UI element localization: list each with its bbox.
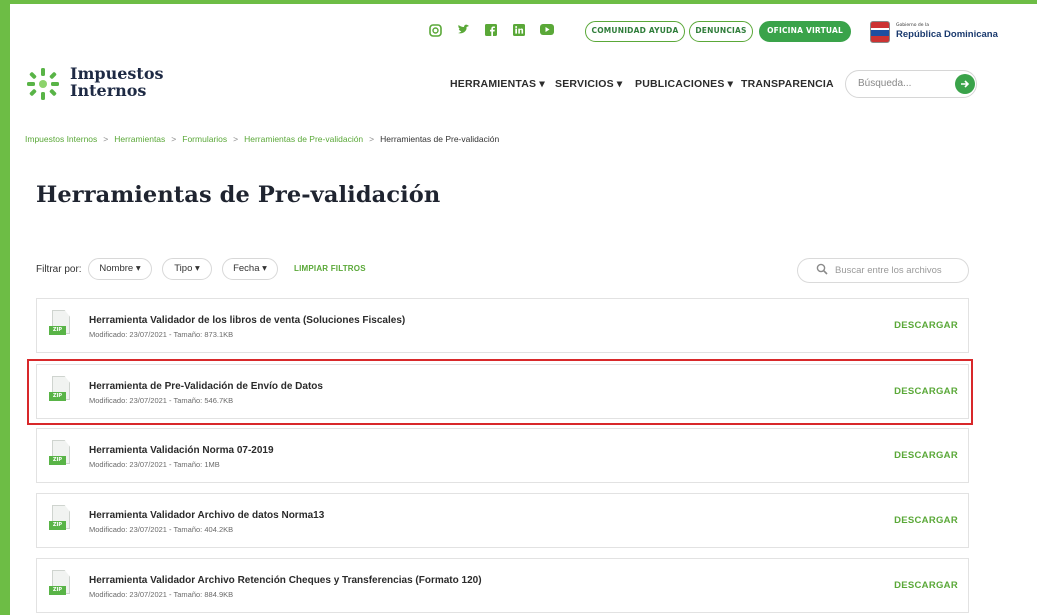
file-row: ZIP Herramienta Validador de los libros … xyxy=(36,298,969,353)
file-meta: Modificado: 23/07/2021 - Tamaño: 884.9KB xyxy=(89,590,234,599)
breadcrumb-link[interactable]: Impuestos Internos xyxy=(25,134,97,144)
chevron-down-icon: ▾ xyxy=(727,78,734,90)
logo-wordmark[interactable]: Impuestos Internos xyxy=(70,65,164,99)
nav-servicios[interactable]: SERVICIOS ▾ xyxy=(555,78,622,90)
linkedin-icon[interactable] xyxy=(512,24,526,37)
coat-of-arms-icon xyxy=(870,21,890,43)
oficina-virtual-button[interactable]: OFICINA VIRTUAL xyxy=(759,21,851,42)
search-input[interactable]: Búsqueda... xyxy=(858,78,911,89)
file-meta: Modificado: 23/07/2021 - Tamaño: 873.1KB xyxy=(89,330,234,339)
download-button[interactable]: DESCARGAR xyxy=(894,515,958,526)
nav-publicaciones[interactable]: PUBLICACIONES ▾ xyxy=(635,78,733,90)
search-icon xyxy=(816,263,828,278)
page-title: Herramientas de Pre-validación xyxy=(36,182,441,208)
zip-file-icon: ZIP xyxy=(49,440,71,468)
filter-tipo-dropdown[interactable]: Tipo ▾ xyxy=(162,258,212,280)
breadcrumb-separator: > xyxy=(103,134,109,144)
breadcrumb-link[interactable]: Herramientas de Pre-validación xyxy=(244,134,363,144)
nav-herramientas[interactable]: HERRAMIENTAS ▾ xyxy=(450,78,545,90)
filter-fecha-dropdown[interactable]: Fecha ▾ xyxy=(222,258,278,280)
gov-name: República Dominicana xyxy=(896,29,998,40)
breadcrumb-link[interactable]: Herramientas xyxy=(114,134,165,144)
filter-label: Filtrar por: xyxy=(36,264,82,275)
file-meta: Modificado: 23/07/2021 - Tamaño: 546.7KB xyxy=(89,396,234,405)
download-button[interactable]: DESCARGAR xyxy=(894,580,958,591)
breadcrumb: Impuestos Internos > Herramientas > Formular… xyxy=(25,134,499,144)
filter-nombre-dropdown[interactable]: Nombre ▾ xyxy=(88,258,152,280)
comunidad-ayuda-button[interactable]: COMUNIDAD AYUDA xyxy=(585,21,685,42)
logo-line-1: Impuestos xyxy=(70,64,164,83)
nav-herramientas-label: HERRAMIENTAS xyxy=(450,78,537,90)
nav-transparencia-label: TRANSPARENCIA xyxy=(741,78,834,90)
chevron-down-icon: ▾ xyxy=(195,263,200,274)
zip-file-icon: ZIP xyxy=(49,505,71,533)
file-meta: Modificado: 23/07/2021 - Tamaño: 1MB xyxy=(89,460,220,469)
download-button[interactable]: DESCARGAR xyxy=(894,386,958,397)
breadcrumb-current: Herramientas de Pre-validación xyxy=(380,134,500,144)
clear-filters-button[interactable]: LIMPIAR FILTROS xyxy=(294,264,366,273)
logo-line-2: Internos xyxy=(70,81,147,100)
nav-publicaciones-label: PUBLICACIONES xyxy=(635,78,725,90)
filter-nombre-label: Nombre xyxy=(99,263,134,274)
zip-file-icon: ZIP xyxy=(49,310,71,338)
zip-file-icon: ZIP xyxy=(49,570,71,598)
chevron-down-icon: ▾ xyxy=(262,263,267,274)
nav-servicios-label: SERVICIOS xyxy=(555,78,614,90)
file-meta: Modificado: 23/07/2021 - Tamaño: 404.2KB xyxy=(89,525,234,534)
site-search[interactable]: Búsqueda... xyxy=(845,70,977,98)
twitter-icon[interactable] xyxy=(456,24,470,37)
file-search[interactable]: Buscar entre los archivos xyxy=(797,258,969,283)
gov-caption: Gobierno de la xyxy=(896,23,929,28)
instagram-icon[interactable] xyxy=(428,24,442,37)
nav-transparencia[interactable]: TRANSPARENCIA xyxy=(741,78,834,90)
breadcrumb-link[interactable]: Formularios xyxy=(182,134,227,144)
file-name[interactable]: Herramienta de Pre-Validación de Envío d… xyxy=(89,381,323,392)
youtube-icon[interactable] xyxy=(540,24,554,37)
chevron-down-icon: ▾ xyxy=(616,78,623,90)
zip-file-icon: ZIP xyxy=(49,376,71,404)
filter-tipo-label: Tipo xyxy=(174,263,193,274)
file-row: ZIP Herramienta Validación Norma 07-2019… xyxy=(36,428,969,483)
chevron-down-icon: ▾ xyxy=(135,263,141,274)
file-name[interactable]: Herramienta Validación Norma 07-2019 xyxy=(89,445,274,456)
file-search-input[interactable]: Buscar entre los archivos xyxy=(835,265,942,276)
logo-icon[interactable] xyxy=(25,66,61,102)
breadcrumb-separator: > xyxy=(369,134,375,144)
chevron-down-icon: ▾ xyxy=(539,78,545,90)
file-row: ZIP Herramienta de Pre-Validación de Env… xyxy=(36,364,969,419)
download-button[interactable]: DESCARGAR xyxy=(894,450,958,461)
breadcrumb-separator: > xyxy=(171,134,177,144)
utility-bar: COMUNIDAD AYUDA DENUNCIAS OFICINA VIRTUA… xyxy=(10,4,1037,56)
arrow-right-icon[interactable] xyxy=(955,74,975,94)
file-row: ZIP Herramienta Validador Archivo de dat… xyxy=(36,493,969,548)
breadcrumb-separator: > xyxy=(233,134,239,144)
file-name[interactable]: Herramienta Validador Archivo de datos N… xyxy=(89,510,324,521)
filter-fecha-label: Fecha xyxy=(233,263,260,274)
file-name[interactable]: Herramienta Validador de los libros de v… xyxy=(89,315,405,326)
file-row: ZIP Herramienta Validador Archivo Retenc… xyxy=(36,558,969,613)
green-frame-left xyxy=(0,0,10,615)
file-name[interactable]: Herramienta Validador Archivo Retención … xyxy=(89,575,482,586)
download-button[interactable]: DESCARGAR xyxy=(894,320,958,331)
facebook-icon[interactable] xyxy=(484,24,498,37)
denuncias-button[interactable]: DENUNCIAS xyxy=(689,21,753,42)
